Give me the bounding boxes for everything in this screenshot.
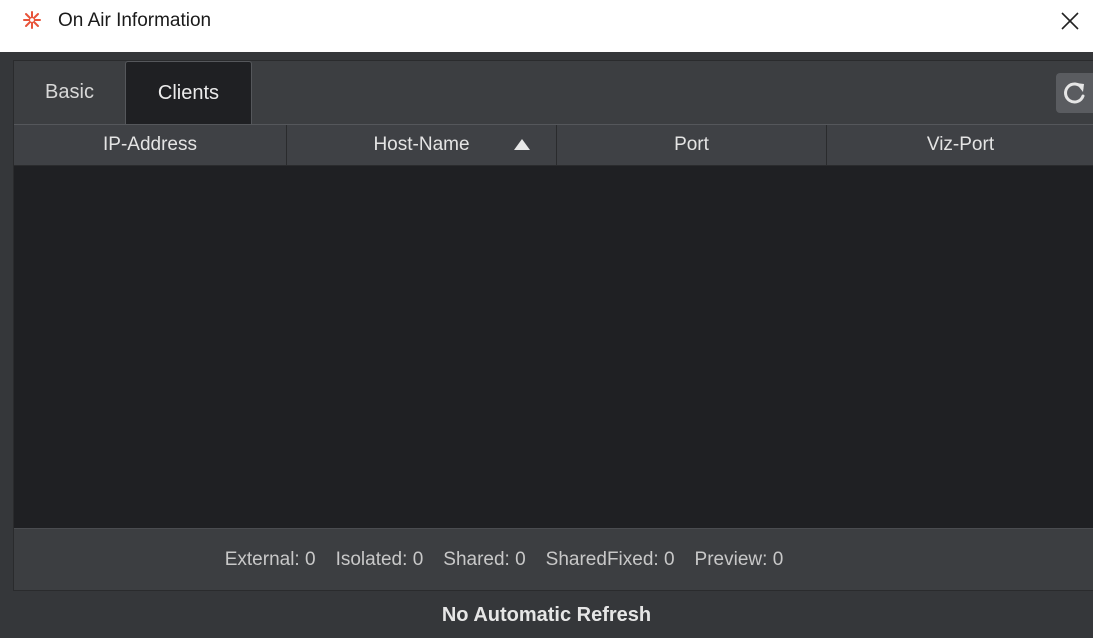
column-header-label: Viz-Port [926,134,995,155]
column-header-port[interactable]: Port [557,125,827,165]
table-header: IP-Address Host-Name Port Viz-Port [14,124,1093,166]
refresh-status: No Automatic Refresh [441,603,652,626]
tab-clients[interactable]: Clients [125,61,252,124]
window-title: On Air Information [58,10,212,31]
column-header-label: Host-Name [373,134,470,155]
table-body[interactable] [14,166,1093,528]
stat-isolated: Isolated: 0 [335,548,424,570]
stat-shared: Shared: 0 [443,548,526,570]
title-bar: On Air Information [0,0,1093,42]
client-stats-bar: External: 0 Isolated: 0 Shared: 0 Shared… [14,528,1093,590]
close-button[interactable] [1047,0,1093,42]
column-header-host-name[interactable]: Host-Name [287,125,557,165]
column-header-label: Port [674,134,709,155]
tab-basic[interactable]: Basic [14,61,125,124]
stat-shared-fixed: SharedFixed: 0 [545,548,675,570]
stat-external: External: 0 [224,548,316,570]
clients-table: IP-Address Host-Name Port Viz-Port [14,124,1093,528]
main-area: Basic Clients IP-Address Host-Name Port … [0,52,1093,638]
close-icon [1061,12,1079,30]
tab-panel: Basic Clients IP-Address Host-Name Port … [13,60,1093,591]
tab-bar: Basic Clients [14,61,1093,124]
column-header-viz-port[interactable]: Viz-Port [827,125,1093,165]
asterisk-logo-icon [22,10,42,30]
refresh-button[interactable] [1056,73,1093,113]
on-air-information-window: On Air Information Basic Clients IP-Addr… [0,0,1093,638]
column-header-ip-address[interactable]: IP-Address [14,125,287,165]
column-header-label: IP-Address [103,134,197,155]
stat-preview: Preview: 0 [694,548,784,570]
refresh-icon [1064,82,1085,104]
sort-ascending-icon [514,139,530,150]
